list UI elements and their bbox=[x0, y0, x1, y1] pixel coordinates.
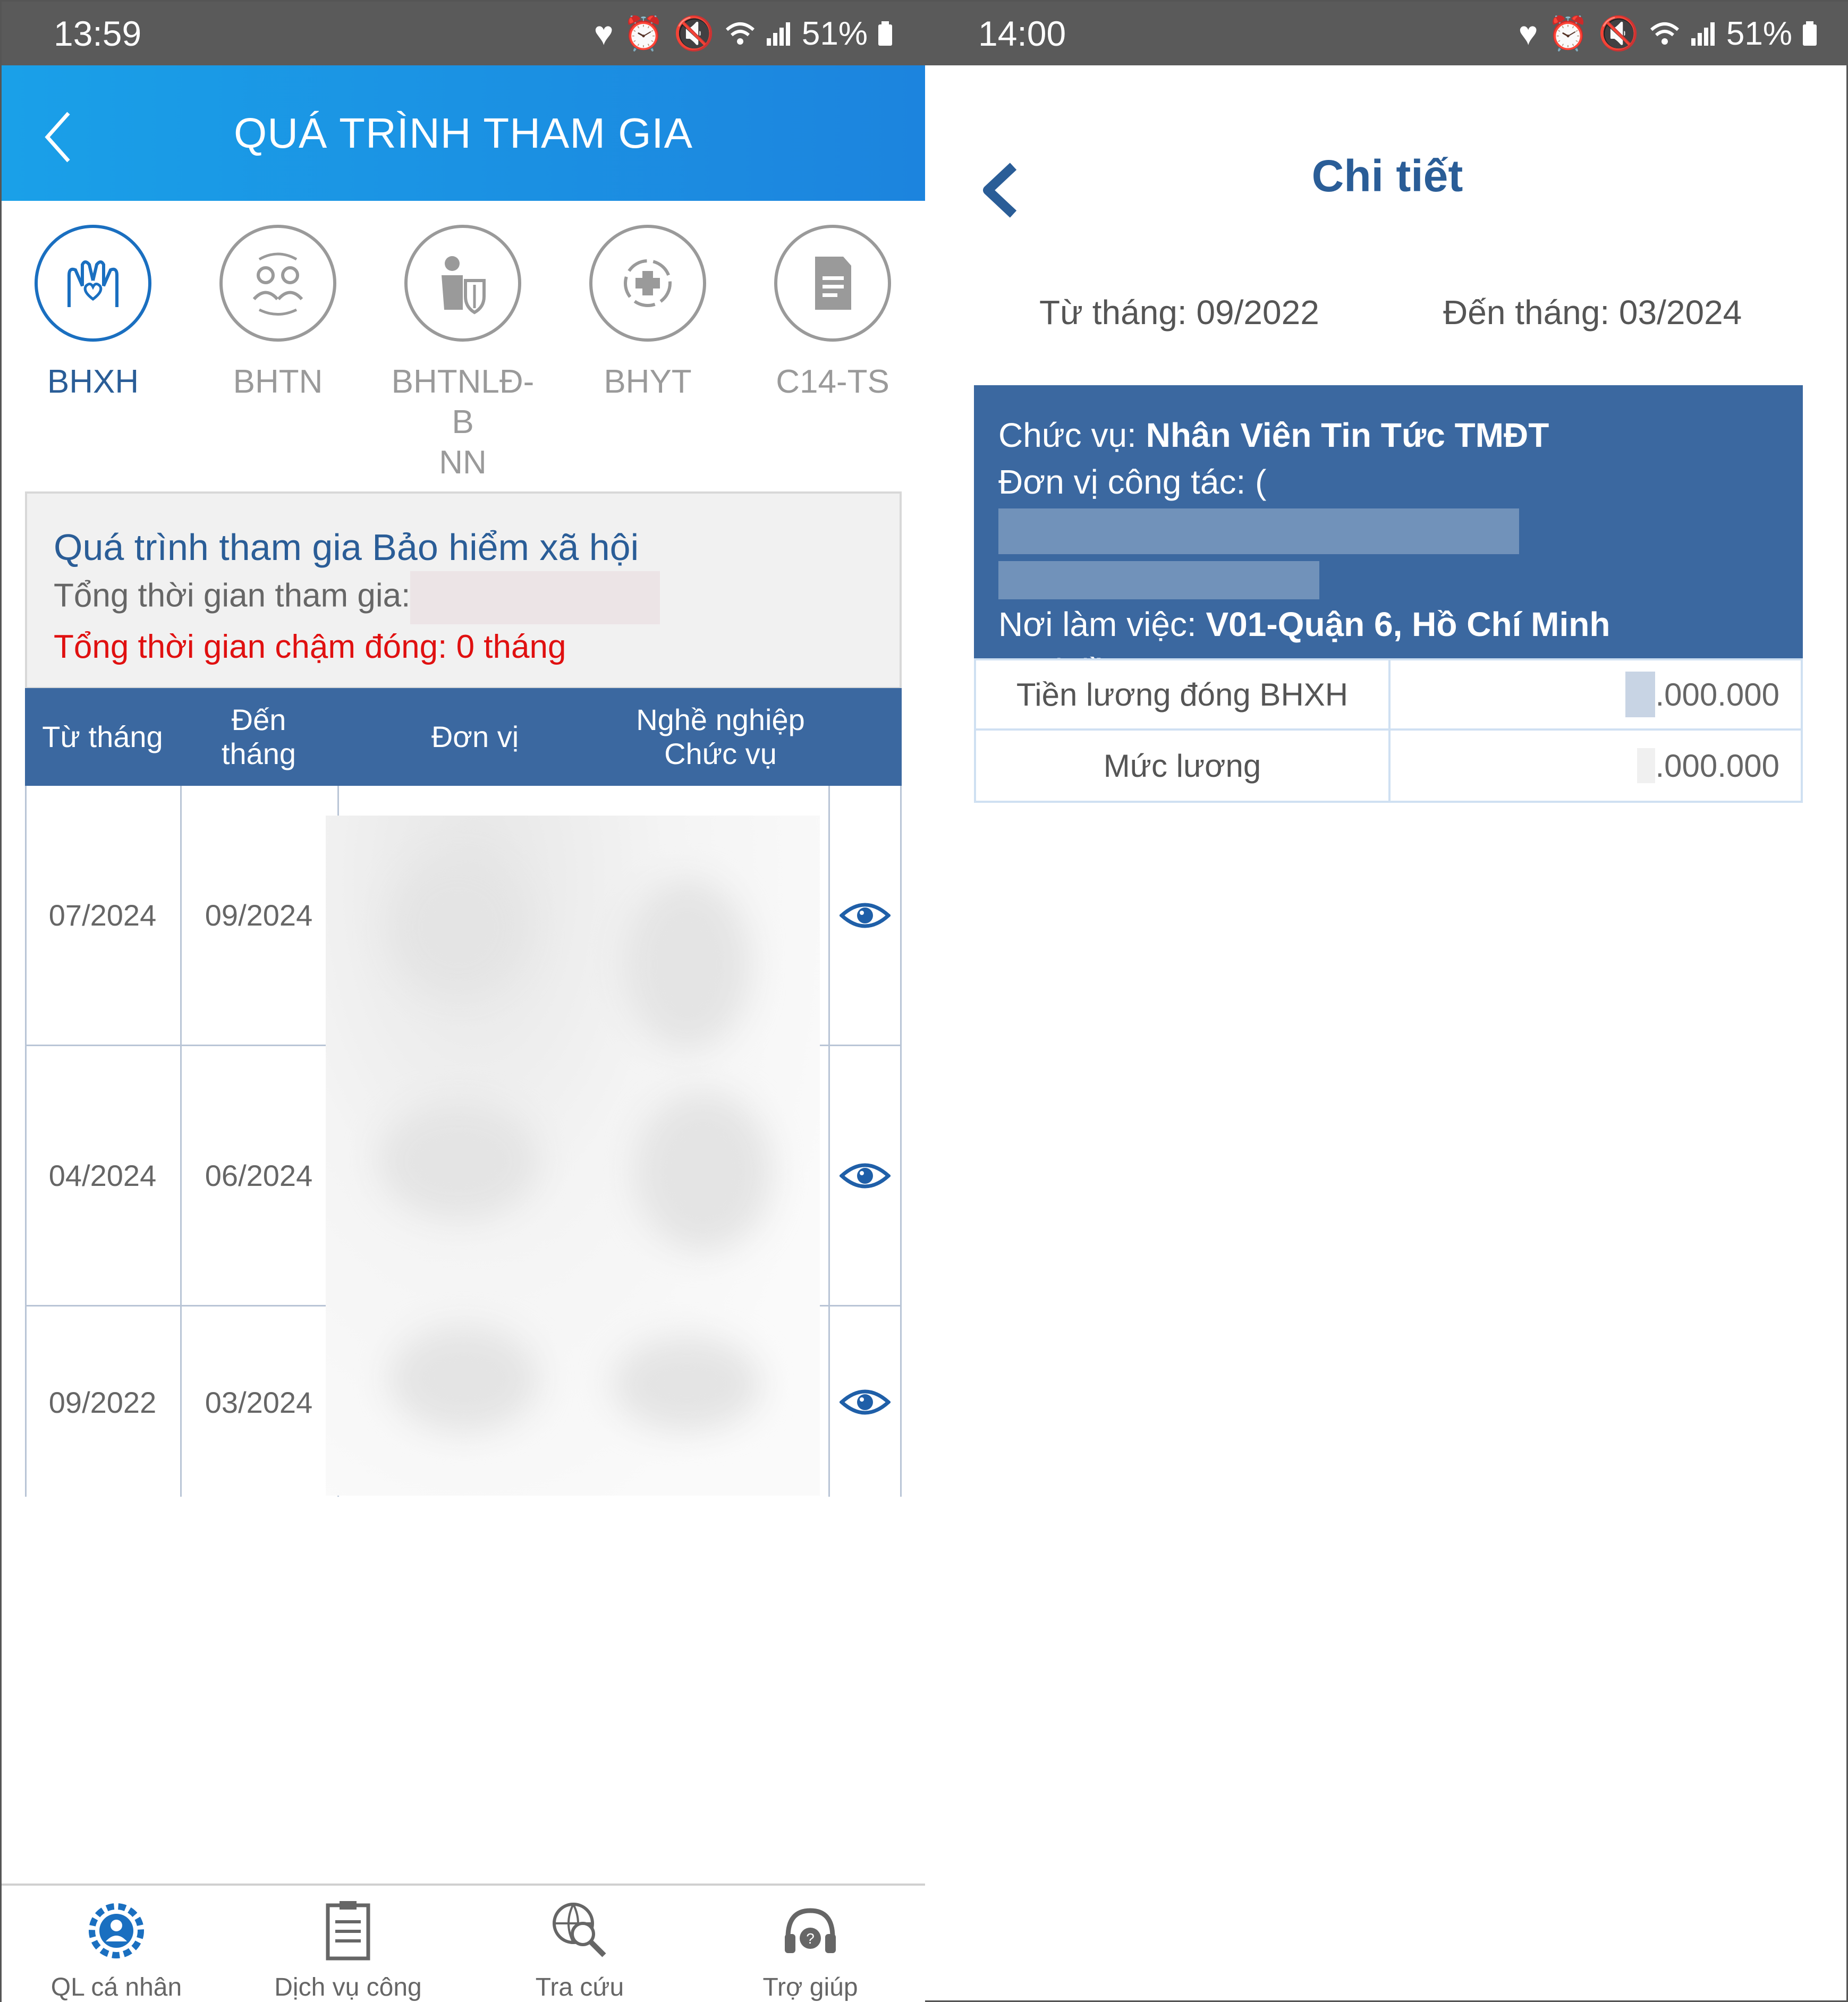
screenshot-canvas: 13:59 ♥ ⏰ 🔇 51% QUÁ TRÌNH THAM GIA BHXH … bbox=[0, 0, 1848, 2002]
alarm-icon: ⏰ bbox=[1547, 15, 1589, 52]
nav-ql-ca-nhan[interactable]: QL cá nhân bbox=[10, 1896, 223, 2002]
row-from: 07/2024 bbox=[48, 898, 157, 932]
col-to: Đến tháng bbox=[221, 703, 296, 770]
col-unit: Đơn vị bbox=[431, 720, 519, 753]
page-title: QUÁ TRÌNH THAM GIA bbox=[233, 109, 693, 157]
salary-label: Tiền lương đóng BHXH bbox=[976, 660, 1391, 728]
medical-cross-icon bbox=[624, 259, 672, 307]
right-screen: 14:00 ♥ ⏰ 🔇 51% Chi tiết Từ tháng: 09/20… bbox=[925, 2, 1848, 2002]
row-to: 09/2024 bbox=[205, 898, 313, 932]
battery-icon bbox=[1803, 21, 1817, 46]
battery-percent: 51% bbox=[1726, 15, 1792, 52]
salary-table: Tiền lương đóng BHXH .000.000 Mức lương … bbox=[974, 658, 1803, 803]
unit-line-2 bbox=[998, 554, 1778, 601]
redacted-value bbox=[998, 561, 1319, 600]
tab-label: C14-TS bbox=[776, 363, 889, 400]
battery-icon bbox=[878, 21, 892, 46]
tab-label: BHXH bbox=[47, 363, 139, 400]
user-gear-icon bbox=[82, 1896, 151, 1965]
mute-icon: 🔇 bbox=[1598, 15, 1639, 52]
tab-bhxh[interactable]: BHXH bbox=[19, 225, 167, 402]
status-bar: 13:59 ♥ ⏰ 🔇 51% bbox=[2, 2, 925, 65]
redacted-area bbox=[326, 816, 820, 1496]
document-icon bbox=[815, 257, 851, 310]
nav-tro-giup[interactable]: ? Trợ giúp bbox=[704, 1896, 917, 2002]
bottom-nav: QL cá nhân Dịch vụ công Tra cứu ? Trợ gi… bbox=[2, 1884, 925, 2002]
table-divider bbox=[828, 786, 830, 1497]
status-icons: ♥ ⏰ 🔇 51% bbox=[1519, 2, 1818, 65]
people-cycle-icon bbox=[252, 252, 303, 316]
status-time: 14:00 bbox=[978, 14, 1066, 53]
tab-label: BHTNLĐ-B NN bbox=[391, 363, 535, 481]
nav-tra-cuu[interactable]: Tra cứu bbox=[473, 1896, 686, 2002]
headset-help-icon: ? bbox=[776, 1896, 845, 1965]
late-payment-time: Tổng thời gian chậm đóng: 0 tháng bbox=[54, 629, 566, 665]
redacted-value bbox=[1637, 748, 1656, 783]
salary-row: Tiền lương đóng BHXH .000.000 bbox=[976, 660, 1801, 731]
back-arrow-icon[interactable] bbox=[37, 108, 79, 166]
table-border bbox=[25, 786, 27, 1497]
unit-line: Đơn vị công tác: ( bbox=[998, 459, 1778, 555]
salary-label: Mức lương bbox=[976, 731, 1391, 801]
tab-label: BHYT bbox=[604, 363, 692, 400]
wifi-icon bbox=[725, 22, 755, 45]
salary-value: .000.000 bbox=[1637, 731, 1779, 801]
summary-card: Quá trình tham gia Bảo hiểm xã hội Tổng … bbox=[25, 491, 902, 689]
status-bar: 14:00 ♥ ⏰ 🔇 51% bbox=[925, 2, 1848, 65]
status-icons: ♥ ⏰ 🔇 51% bbox=[594, 2, 893, 65]
tab-bhtnld-bnn[interactable]: BHTNLĐ-B NN bbox=[388, 225, 537, 483]
job-info-card: Chức vụ: Nhân Viên Tin Tức TMĐT Đơn vị c… bbox=[974, 385, 1803, 690]
app-header: QUÁ TRÌNH THAM GIA bbox=[2, 65, 925, 201]
to-month: Đến tháng: 03/2024 bbox=[1443, 293, 1742, 332]
mute-icon: 🔇 bbox=[673, 15, 715, 52]
heart-icon: ♥ bbox=[594, 15, 614, 52]
insurance-tabs: BHXH BHTN BHTNLĐ-B NN BHYT C14-TS bbox=[2, 225, 925, 481]
summary-title: Quá trình tham gia Bảo hiểm xã hội bbox=[54, 527, 639, 568]
redacted-value bbox=[410, 571, 660, 624]
alarm-icon: ⏰ bbox=[623, 15, 664, 52]
row-from: 09/2022 bbox=[48, 1385, 157, 1419]
tab-bhtn[interactable]: BHTN bbox=[204, 225, 352, 402]
wifi-icon bbox=[1650, 22, 1679, 45]
row-from: 04/2024 bbox=[48, 1159, 157, 1192]
table-divider bbox=[180, 786, 182, 1497]
total-time: Tổng thời gian tham gia: bbox=[54, 571, 875, 624]
view-eye-icon[interactable] bbox=[828, 1307, 902, 1498]
nav-dich-vu-cong[interactable]: Dịch vụ công bbox=[242, 1896, 454, 2002]
redacted-value bbox=[1625, 672, 1656, 717]
tab-c14-ts[interactable]: C14-TS bbox=[758, 225, 907, 402]
col-job: Nghề nghiệp Chức vụ bbox=[636, 703, 805, 770]
salary-row: Mức lương .000.000 bbox=[976, 731, 1801, 801]
row-to: 06/2024 bbox=[205, 1159, 313, 1192]
redacted-value bbox=[998, 508, 1519, 555]
table-header: Từ tháng Đến tháng Đơn vị Nghề nghiệp Chức… bbox=[25, 688, 902, 786]
clipboard-icon bbox=[313, 1896, 383, 1965]
position-line: Chức vụ: Nhân Viên Tin Tức TMĐT bbox=[998, 416, 1549, 454]
left-screen: 13:59 ♥ ⏰ 🔇 51% QUÁ TRÌNH THAM GIA BHXH … bbox=[2, 2, 925, 2002]
globe-search-icon bbox=[545, 1896, 614, 1965]
hands-heart-icon bbox=[67, 260, 118, 307]
view-eye-icon[interactable] bbox=[828, 1046, 902, 1305]
salary-value: .000.000 bbox=[1625, 660, 1779, 728]
tab-label: BHTN bbox=[233, 363, 323, 400]
workplace-line: Nơi làm việc: V01-Quận 6, Hồ Chí Minh bbox=[998, 605, 1610, 644]
table-border bbox=[900, 786, 902, 1497]
signal-icon bbox=[1691, 22, 1715, 46]
signal-icon bbox=[766, 22, 790, 46]
tab-bhyt[interactable]: BHYT bbox=[573, 225, 722, 402]
col-from: Từ tháng bbox=[42, 720, 163, 753]
battery-percent: 51% bbox=[801, 15, 868, 52]
worker-shield-icon bbox=[442, 256, 486, 315]
row-to: 03/2024 bbox=[205, 1385, 313, 1419]
from-month: Từ tháng: 09/2022 bbox=[1039, 293, 1319, 332]
detail-title: Chi tiết bbox=[1311, 151, 1463, 201]
view-eye-icon[interactable] bbox=[828, 786, 902, 1045]
heart-icon: ♥ bbox=[1518, 15, 1538, 52]
status-time: 13:59 bbox=[54, 14, 142, 53]
svg-text:?: ? bbox=[806, 1930, 815, 1947]
